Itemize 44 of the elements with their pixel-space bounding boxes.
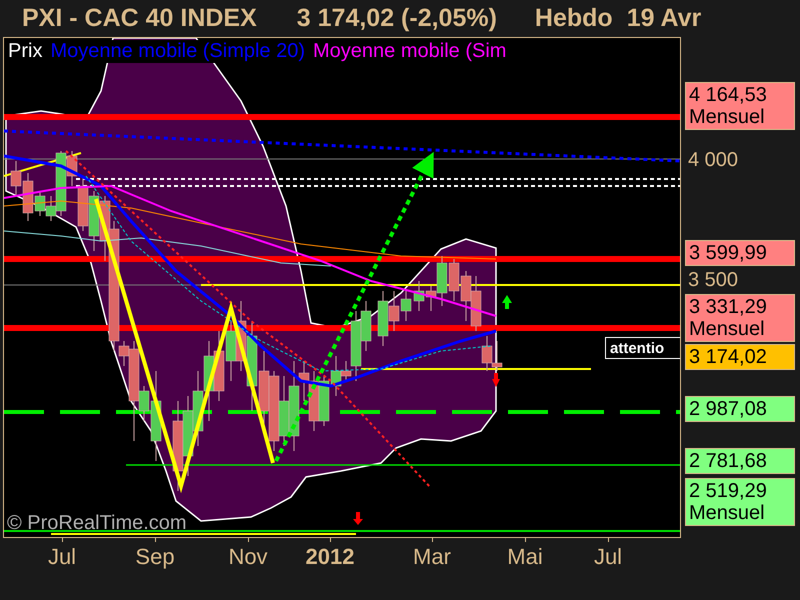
candlestick [470, 276, 482, 332]
period-label: Hebdo [534, 4, 613, 33]
legend-label: Moyenne mobile (Simple 20) [50, 40, 306, 63]
axis-tick-label: 3 500 [687, 268, 740, 292]
axis-date-label: Sep [135, 544, 175, 570]
down-arrow-icon [492, 373, 500, 387]
axis-date-label: Jul [48, 544, 76, 570]
candlestick [482, 336, 492, 372]
price-level-label: 3 331,29 Mensuel [685, 294, 795, 342]
candlestick [378, 290, 388, 346]
axis-date-label: 2012 [306, 544, 354, 570]
axis-date-label: Mar [413, 544, 451, 570]
price-level-label: 2 781,68 [685, 448, 795, 474]
price-level-label: 2 519,29 Mensuel [685, 478, 795, 526]
candlestick [236, 300, 246, 372]
price-level-label: 2 987,08 [685, 396, 795, 422]
axis-date-label: Mai [507, 544, 543, 570]
instrument-title: PXI - CAC 40 INDEX [22, 4, 257, 33]
candlestick [492, 340, 502, 372]
candlestick [460, 270, 472, 322]
price-level-label: 4 164,53 Mensuel [685, 82, 795, 130]
price-quote: 3 174,02 (-2,05%) [296, 4, 497, 33]
legend-label: Moyenne mobile (Sim [313, 40, 506, 63]
candlestick [10, 160, 22, 196]
price-level-label: 3 174,02 [685, 344, 795, 370]
axis-tick-label: 4 000 [687, 148, 740, 172]
up-arrow-icon [502, 295, 512, 309]
candlestick [414, 280, 424, 312]
candlestick [214, 330, 224, 402]
candlestick [226, 320, 236, 382]
price-level-label: 3 599,99 [685, 240, 795, 266]
axis-date-label: Jul [594, 544, 622, 570]
axis-date-label: Nov [228, 544, 268, 570]
candlestick [388, 290, 400, 332]
candlestick [360, 300, 372, 352]
down-arrow-icon [353, 512, 363, 525]
copyright-text: © ProRealTime.com [7, 512, 187, 535]
candlestick [448, 258, 460, 302]
date-label: 19 Avr [626, 4, 702, 33]
candlestick [400, 290, 412, 322]
annotation-tag: attentio [605, 337, 680, 359]
candlestick [318, 376, 330, 426]
candlestick [88, 190, 100, 252]
candlestick [278, 376, 290, 446]
